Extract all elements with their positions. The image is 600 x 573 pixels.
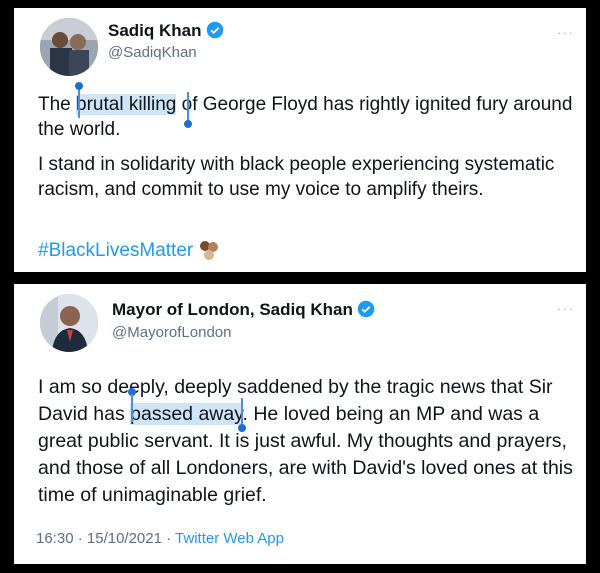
user-handle[interactable]: @MayorofLondon — [112, 324, 231, 341]
hashtag-link[interactable]: #BlackLivesMatter — [38, 240, 221, 262]
avatar[interactable] — [40, 294, 98, 352]
selection-end-dot[interactable] — [238, 424, 246, 432]
avatar[interactable] — [40, 18, 98, 76]
selection-start-handle[interactable] — [131, 394, 133, 422]
selection-start-handle[interactable] — [78, 88, 80, 118]
raised-fists-emoji-icon — [200, 241, 219, 260]
tweet-text-paragraph-1: The brutal killing of George Floyd has r… — [38, 94, 573, 140]
selection-end-dot[interactable] — [184, 120, 192, 128]
selection-end-handle[interactable] — [187, 92, 189, 122]
user-handle[interactable]: @SadiqKhan — [108, 44, 197, 61]
more-options-icon[interactable]: ··· — [557, 300, 574, 316]
tweet-card-floyd: Sadiq Khan @SadiqKhan ··· The brutal kil… — [14, 8, 586, 272]
more-options-icon[interactable]: ··· — [557, 24, 574, 40]
display-name[interactable]: Sadiq Khan — [108, 21, 224, 41]
source-app-link[interactable]: Twitter Web App — [175, 530, 284, 547]
display-name[interactable]: Mayor of London, Sadiq Khan — [112, 300, 375, 320]
tweet-text: I am so deeply, deeply saddened by the t… — [38, 376, 573, 506]
verified-icon — [206, 21, 223, 39]
tweet-text-paragraph-2: I stand in solidarity with black people … — [38, 154, 555, 200]
selection-end-handle[interactable] — [241, 398, 243, 426]
verified-icon — [357, 300, 375, 318]
text-selection: brutal killing — [76, 94, 177, 115]
tweet-timestamp[interactable]: 16:30 · 15/10/2021 · Twitter Web App — [36, 530, 284, 547]
tweet-card-sir-david: Mayor of London, Sadiq Khan @MayorofLond… — [14, 284, 586, 564]
selection-start-dot[interactable] — [75, 82, 83, 90]
text-selection: passed away — [130, 403, 243, 425]
